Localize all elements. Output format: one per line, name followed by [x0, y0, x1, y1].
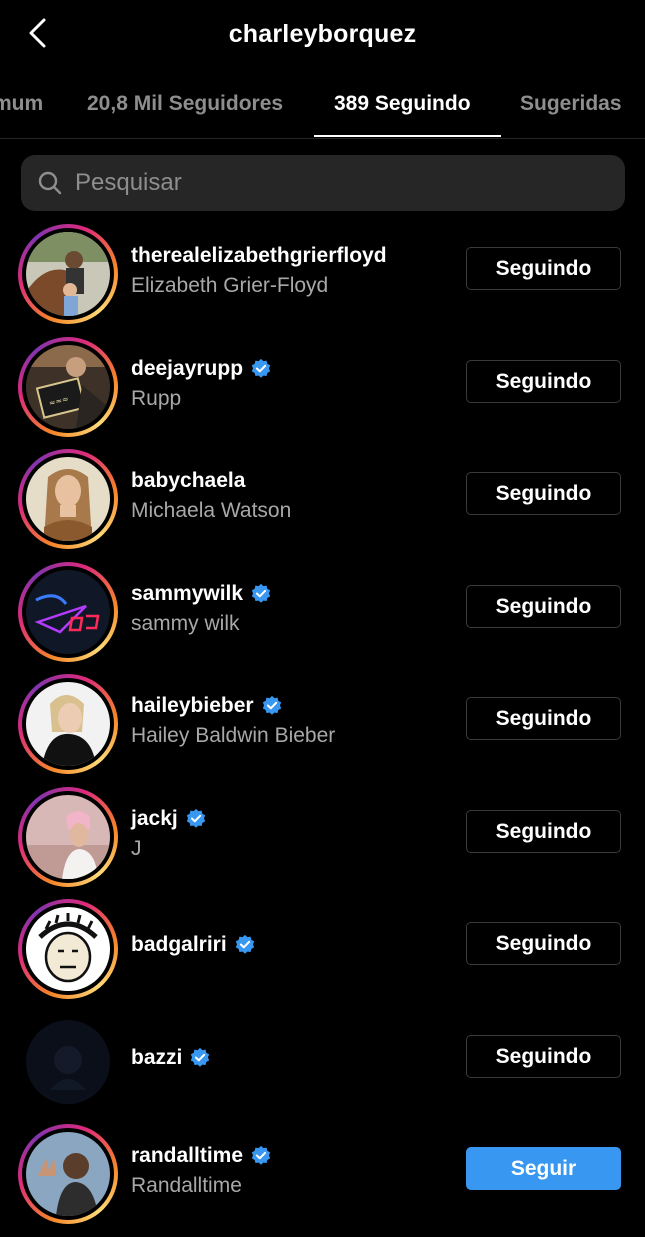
avatar-border [22, 903, 114, 995]
user-info: randalltime Randalltime [131, 1144, 451, 1198]
avatar-photo: ≈≈≈ [26, 344, 110, 429]
list-item: bazzi Seguindo [0, 1012, 645, 1125]
avatar-photo [26, 1132, 110, 1216]
list-item: ≈≈≈ deejayrupp Rupp Seguindo [0, 336, 645, 450]
list-item: randalltime Randalltime Seguir [0, 1124, 645, 1237]
tab-bar: mum 20,8 Mil Seguidores 389 Seguindo Sug… [0, 72, 645, 139]
list-item: therealelizabethgrierfloyd Elizabeth Gri… [0, 224, 645, 337]
list-item: badgalriri Seguindo [0, 899, 645, 1012]
avatar-border [22, 565, 114, 658]
username[interactable]: babychaela [131, 469, 451, 493]
avatar[interactable] [18, 1012, 118, 1112]
verified-badge-icon [186, 808, 205, 828]
verified-badge-icon [251, 1145, 271, 1165]
avatar[interactable] [18, 1124, 118, 1224]
user-info: therealelizabethgrierfloyd Elizabeth Gri… [131, 244, 451, 298]
list-item: babychaela Michaela Watson Seguindo [0, 449, 645, 562]
avatar-border [22, 1128, 114, 1220]
following-button[interactable]: Seguindo [466, 922, 621, 965]
user-info: sammywilk sammy wilk [131, 582, 451, 636]
search-bar[interactable] [21, 155, 625, 211]
avatar-border [22, 1015, 114, 1108]
full-name: Rupp [131, 386, 182, 410]
follow-button[interactable]: Seguir [466, 1147, 621, 1190]
avatar-photo [26, 457, 110, 541]
tab-followers[interactable]: 20,8 Mil Seguidores [87, 72, 283, 136]
full-name: sammy wilk [131, 611, 240, 635]
tab-following[interactable]: 389 Seguindo [334, 72, 471, 136]
avatar-photo [26, 1019, 110, 1104]
full-name: Elizabeth Grier-Floyd [131, 274, 329, 297]
user-info: badgalriri [131, 933, 451, 957]
username[interactable]: therealelizabethgrierfloyd [131, 244, 451, 268]
avatar-border [22, 790, 114, 883]
avatar[interactable] [18, 449, 118, 549]
avatar-photo [26, 232, 110, 316]
following-button[interactable]: Seguindo [466, 472, 621, 515]
avatar-border: ≈≈≈ [22, 340, 114, 433]
search-input[interactable] [75, 155, 605, 211]
full-name: J [131, 836, 142, 860]
username[interactable]: jackj [131, 807, 451, 831]
tab-mutual[interactable]: mum [0, 72, 43, 136]
following-button[interactable]: Seguindo [466, 697, 621, 740]
avatar[interactable] [18, 899, 118, 999]
username[interactable]: randalltime [131, 1144, 451, 1168]
username[interactable]: badgalriri [131, 933, 451, 957]
active-tab-indicator [314, 135, 501, 137]
following-list: therealelizabethgrierfloyd Elizabeth Gri… [0, 224, 645, 1237]
following-button[interactable]: Seguindo [466, 584, 621, 628]
username[interactable]: deejayrupp [131, 357, 451, 381]
full-name: Randalltime [131, 1174, 242, 1197]
user-info: bazzi [131, 1046, 451, 1070]
username[interactable]: haileybieber [131, 694, 451, 718]
avatar-border [22, 678, 114, 770]
avatar[interactable] [18, 561, 118, 662]
user-info: haileybieber Hailey Baldwin Bieber [131, 694, 451, 748]
avatar-photo [26, 569, 110, 654]
verified-badge-icon [235, 934, 254, 954]
full-name: Michaela Watson [131, 499, 292, 522]
following-button[interactable]: Seguindo [466, 359, 621, 403]
list-item: sammywilk sammy wilk Seguindo [0, 561, 645, 675]
following-button[interactable]: Seguindo [466, 247, 621, 290]
avatar-border [22, 453, 114, 545]
username[interactable]: bazzi [131, 1046, 451, 1070]
verified-badge-icon [191, 1047, 210, 1067]
list-item: jackj J Seguindo [0, 786, 645, 900]
avatar[interactable] [18, 224, 118, 324]
full-name: Hailey Baldwin Bieber [131, 724, 336, 747]
following-button[interactable]: Seguindo [466, 1034, 621, 1078]
username[interactable]: sammywilk [131, 582, 451, 606]
avatar-border [22, 228, 114, 320]
verified-badge-icon [251, 358, 271, 378]
list-item: haileybieber Hailey Baldwin Bieber Segui… [0, 674, 645, 787]
user-info: deejayrupp Rupp [131, 357, 451, 411]
search-icon [38, 171, 62, 195]
avatar-photo [26, 794, 110, 879]
following-button[interactable]: Seguindo [466, 809, 621, 853]
top-bar: charleyborquez [0, 0, 645, 70]
page-title: charleyborquez [228, 20, 417, 48]
avatar[interactable] [18, 786, 118, 887]
avatar[interactable] [18, 674, 118, 774]
verified-badge-icon [262, 695, 281, 715]
avatar-photo [26, 682, 110, 766]
avatar[interactable]: ≈≈≈ [18, 336, 118, 437]
tab-suggested[interactable]: Sugeridas [520, 72, 622, 136]
verified-badge-icon [251, 583, 271, 603]
user-info: babychaela Michaela Watson [131, 469, 451, 523]
avatar-photo [26, 907, 110, 991]
user-info: jackj J [131, 807, 451, 861]
